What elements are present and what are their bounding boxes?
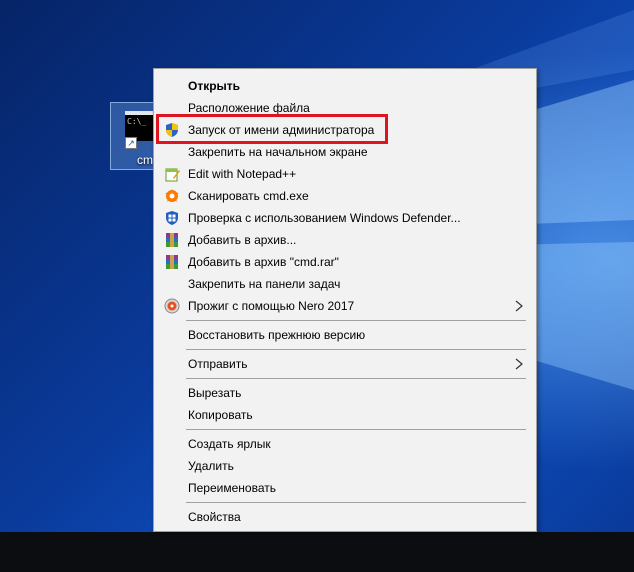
windows-defender-icon xyxy=(166,211,178,225)
menu-item-properties[interactable]: Свойства xyxy=(156,506,534,528)
menu-item-label: Вырезать xyxy=(188,386,242,400)
menu-item-cut[interactable]: Вырезать xyxy=(156,382,534,404)
avast-icon xyxy=(165,189,179,202)
menu-item-label: Сканировать cmd.exe xyxy=(188,189,309,203)
menu-item-nero-burn[interactable]: Прожиг с помощью Nero 2017 xyxy=(156,295,534,317)
menu-item-pin-to-taskbar[interactable]: Закрепить на панели задач xyxy=(156,273,534,295)
menu-item-label: Добавить в архив "cmd.rar" xyxy=(188,255,339,269)
menu-separator xyxy=(186,349,526,350)
menu-item-send-to[interactable]: Отправить xyxy=(156,353,534,375)
menu-item-add-to-cmd-rar[interactable]: Добавить в архив "cmd.rar" xyxy=(156,251,534,273)
cmd-thumb-text: C:\_ xyxy=(127,117,147,126)
menu-item-windows-defender[interactable]: Проверка с использованием Windows Defend… xyxy=(156,207,534,229)
menu-item-pin-to-start[interactable]: Закрепить на начальном экране xyxy=(156,141,534,163)
menu-item-rename[interactable]: Переименовать xyxy=(156,477,534,499)
menu-item-label: Свойства xyxy=(188,510,241,524)
chevron-right-icon xyxy=(515,358,523,370)
menu-item-add-to-archive[interactable]: Добавить в архив... xyxy=(156,229,534,251)
menu-item-label: Восстановить прежнюю версию xyxy=(188,328,366,342)
menu-item-label: Добавить в архив... xyxy=(188,233,297,247)
menu-item-edit-notepadpp[interactable]: Edit with Notepad++ xyxy=(156,163,534,185)
menu-item-label: Edit with Notepad++ xyxy=(188,167,297,181)
shortcut-arrow-icon: ↗ xyxy=(125,137,137,149)
menu-item-avast-scan[interactable]: Сканировать cmd.exe xyxy=(156,185,534,207)
menu-item-copy[interactable]: Копировать xyxy=(156,404,534,426)
chevron-right-icon xyxy=(515,300,523,312)
menu-separator xyxy=(186,502,526,503)
menu-item-label: Расположение файла xyxy=(188,101,310,115)
desktop-icon-label: cm xyxy=(137,153,153,167)
menu-item-label: Закрепить на панели задач xyxy=(188,277,341,291)
menu-item-restore-previous-version[interactable]: Восстановить прежнюю версию xyxy=(156,324,534,346)
notepadpp-icon xyxy=(165,168,180,182)
menu-separator xyxy=(186,320,526,321)
menu-separator xyxy=(186,378,526,379)
taskbar xyxy=(0,532,634,572)
menu-item-create-shortcut[interactable]: Создать ярлык xyxy=(156,433,534,455)
nero-icon xyxy=(164,298,180,314)
menu-item-label: Закрепить на начальном экране xyxy=(188,145,368,159)
menu-item-label: Переименовать xyxy=(188,481,276,495)
menu-item-label: Открыть xyxy=(188,79,241,93)
menu-item-label: Удалить xyxy=(188,459,234,473)
highlight-annotation-box xyxy=(156,114,388,144)
winrar-icon xyxy=(166,255,178,269)
menu-separator xyxy=(186,429,526,430)
menu-item-label: Копировать xyxy=(188,408,253,422)
menu-item-label: Отправить xyxy=(188,357,248,371)
winrar-icon xyxy=(166,233,178,247)
menu-item-label: Создать ярлык xyxy=(188,437,271,451)
menu-item-label: Прожиг с помощью Nero 2017 xyxy=(188,299,355,313)
menu-item-delete[interactable]: Удалить xyxy=(156,455,534,477)
menu-item-open[interactable]: Открыть xyxy=(156,75,534,97)
menu-item-label: Проверка с использованием Windows Defend… xyxy=(188,211,461,225)
